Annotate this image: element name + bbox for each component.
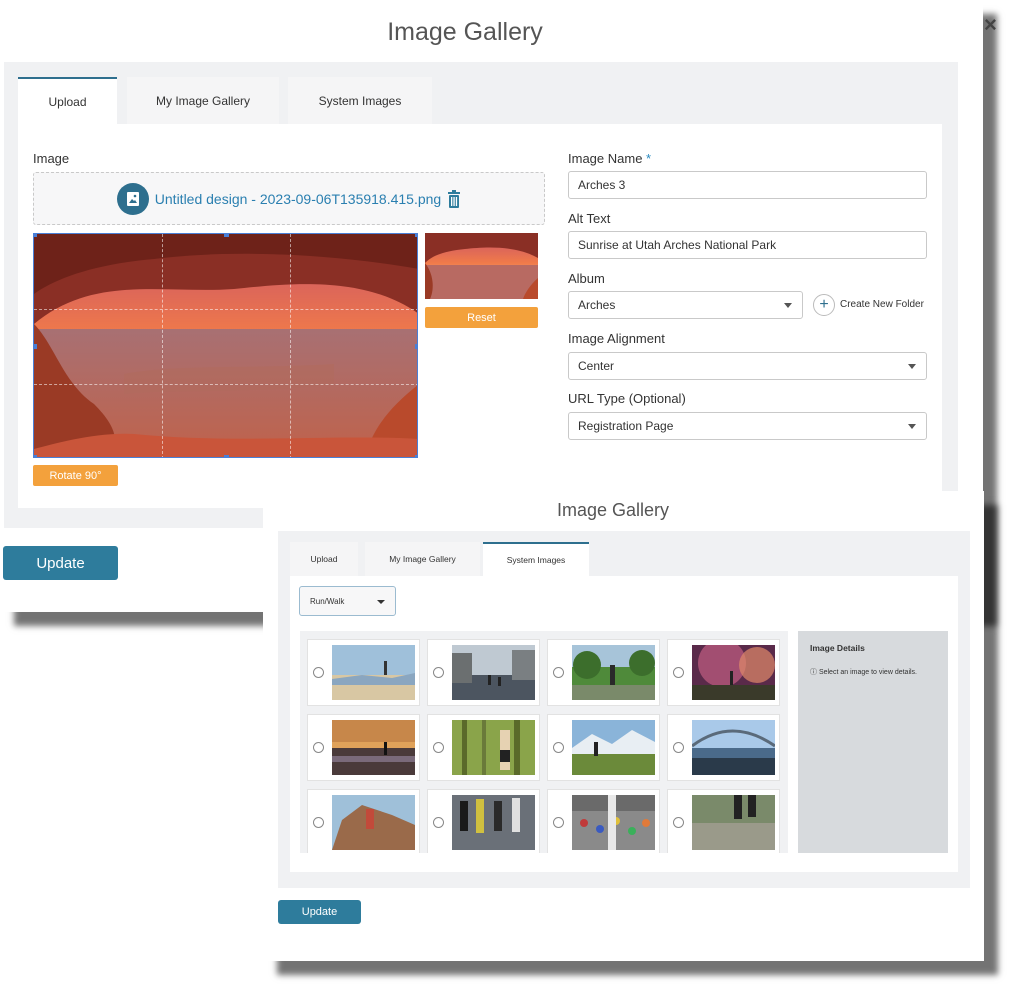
- image-details-panel: Image Details ⓘ Select an image to view …: [798, 631, 948, 853]
- crop-handle[interactable]: [34, 234, 37, 237]
- runner-thumbnail: [692, 795, 775, 850]
- category-select[interactable]: Run/Walk: [299, 586, 396, 616]
- image-card[interactable]: [667, 714, 780, 781]
- modal-title: Image Gallery: [556, 500, 670, 520]
- image-card[interactable]: [427, 639, 540, 706]
- reset-button[interactable]: Reset: [425, 307, 538, 328]
- runner-thumbnail: [332, 645, 415, 700]
- image-name-input[interactable]: Arches 3: [568, 171, 927, 199]
- crop-handle[interactable]: [34, 455, 37, 457]
- image-radio[interactable]: [553, 817, 564, 828]
- image-radio[interactable]: [433, 667, 444, 678]
- image-card[interactable]: [307, 714, 420, 781]
- image-radio[interactable]: [553, 742, 564, 753]
- category-value: Run/Walk: [310, 596, 345, 606]
- chevron-down-icon: [908, 364, 916, 369]
- runner-thumbnail: [452, 720, 535, 775]
- album-value: Arches: [578, 298, 616, 312]
- runner-thumbnail: [692, 645, 775, 700]
- system-images-modal: Image Gallery Upload My Image Gallery Sy…: [263, 491, 984, 961]
- chevron-down-icon: [377, 600, 385, 604]
- alignment-value: Center: [578, 359, 615, 373]
- trash-icon[interactable]: [447, 189, 461, 208]
- runner-thumbnail: [572, 720, 655, 775]
- url-type-value: Registration Page: [578, 419, 674, 433]
- image-card[interactable]: [307, 789, 420, 853]
- crop-preview: [425, 233, 538, 299]
- crop-handle[interactable]: [415, 455, 417, 457]
- crop-canvas[interactable]: [33, 233, 418, 458]
- alignment-select[interactable]: Center: [568, 352, 927, 380]
- image-card[interactable]: [667, 789, 780, 853]
- modal-title: Image Gallery: [387, 18, 543, 46]
- image-radio[interactable]: [553, 667, 564, 678]
- runner-thumbnail: [332, 795, 415, 850]
- image-card[interactable]: [547, 639, 660, 706]
- alt-text-input[interactable]: Sunrise at Utah Arches National Park: [568, 231, 927, 259]
- tab-my-image-gallery[interactable]: My Image Gallery: [127, 77, 279, 124]
- alignment-label: Image Alignment: [568, 331, 665, 346]
- details-hint: ⓘ Select an image to view details.: [810, 669, 917, 676]
- tab-system-images[interactable]: System Images: [483, 542, 589, 576]
- image-card[interactable]: [427, 714, 540, 781]
- crop-handle[interactable]: [415, 234, 417, 237]
- crop-handle[interactable]: [34, 344, 37, 349]
- file-name-link[interactable]: Untitled design - 2023-09-06T135918.415.…: [155, 191, 441, 207]
- image-grid: [300, 631, 788, 853]
- create-folder-link[interactable]: Create New Folder: [840, 299, 924, 310]
- image-name-label: Image Name *: [568, 151, 651, 166]
- details-title: Image Details: [810, 643, 865, 653]
- image-radio[interactable]: [433, 742, 444, 753]
- album-select[interactable]: Arches: [568, 291, 803, 319]
- image-radio[interactable]: [433, 817, 444, 828]
- file-dropzone[interactable]: Untitled design - 2023-09-06T135918.415.…: [33, 172, 545, 225]
- crop-handle[interactable]: [224, 455, 229, 457]
- chevron-down-icon: [908, 424, 916, 429]
- image-card[interactable]: [547, 714, 660, 781]
- tab-my-image-gallery[interactable]: My Image Gallery: [365, 542, 480, 576]
- url-type-select[interactable]: Registration Page: [568, 412, 927, 440]
- tab-upload[interactable]: Upload: [18, 77, 117, 124]
- image-radio[interactable]: [313, 817, 324, 828]
- runner-thumbnail: [692, 720, 775, 775]
- tab-system-images[interactable]: System Images: [288, 77, 432, 124]
- image-radio[interactable]: [673, 742, 684, 753]
- update-button[interactable]: Update: [3, 546, 118, 580]
- image-radio[interactable]: [313, 742, 324, 753]
- tab-upload[interactable]: Upload: [290, 542, 358, 576]
- image-name-label-text: Image Name: [568, 151, 643, 166]
- image-radio[interactable]: [313, 667, 324, 678]
- close-icon[interactable]: ×: [984, 12, 997, 38]
- image-radio[interactable]: [673, 667, 684, 678]
- update-button[interactable]: Update: [278, 900, 361, 924]
- image-file-icon: [116, 182, 149, 215]
- required-mark: *: [646, 151, 652, 166]
- crop-handle[interactable]: [415, 344, 417, 349]
- runner-thumbnail: [572, 645, 655, 700]
- rotate-button[interactable]: Rotate 90°: [33, 465, 118, 486]
- image-card[interactable]: [307, 639, 420, 706]
- chevron-down-icon: [784, 303, 792, 308]
- runner-thumbnail: [452, 645, 535, 700]
- arch-landscape-image: [34, 234, 417, 457]
- plus-icon[interactable]: +: [813, 294, 835, 316]
- runner-thumbnail: [452, 795, 535, 850]
- url-type-label: URL Type (Optional): [568, 391, 686, 406]
- image-card[interactable]: [427, 789, 540, 853]
- alt-text-label: Alt Text: [568, 211, 611, 226]
- album-label: Album: [568, 271, 605, 286]
- image-label: Image: [33, 151, 70, 166]
- crop-handle[interactable]: [224, 234, 229, 237]
- image-card[interactable]: [667, 639, 780, 706]
- image-radio[interactable]: [673, 817, 684, 828]
- image-card[interactable]: [547, 789, 660, 853]
- runner-thumbnail: [572, 795, 655, 850]
- runner-thumbnail: [332, 720, 415, 775]
